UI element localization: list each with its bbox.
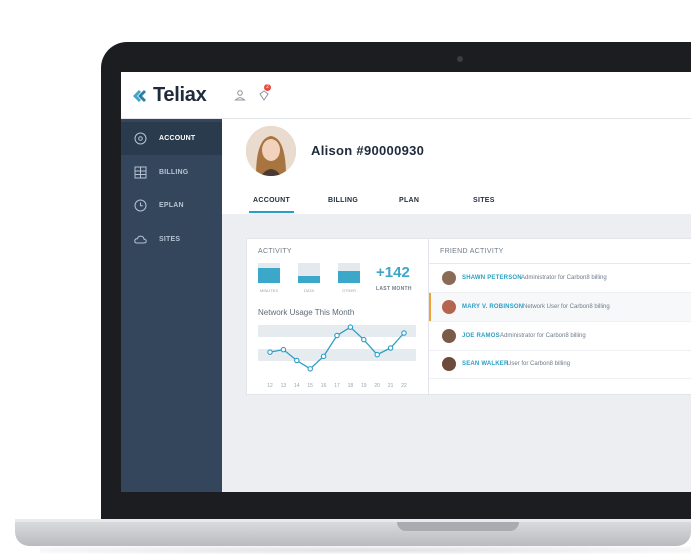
avatar[interactable] xyxy=(246,126,296,176)
profile-name: Alison #90000930 xyxy=(311,143,425,158)
stat-other-label: OTHER xyxy=(342,288,356,293)
sidebar-item-account[interactable]: ACCOUNT xyxy=(121,122,222,155)
friend-activity-card: FRIEND ACTIVITY SHAWN PETERSON Administr… xyxy=(428,238,691,395)
tab-plan[interactable]: PLAN xyxy=(399,197,419,204)
sidebar-item-billing[interactable]: BILLING xyxy=(121,156,222,189)
sidebar-item-eplan[interactable]: EPLAN xyxy=(121,189,222,222)
stat-data-fill xyxy=(298,276,320,283)
chart-data-point xyxy=(374,351,380,358)
friend-row[interactable]: SEAN WALKER User for Carbon8 billing xyxy=(429,350,691,379)
friend-name[interactable]: MARY V. ROBINSON xyxy=(462,304,523,310)
friend-avatar xyxy=(442,357,456,371)
account-circle-icon xyxy=(134,132,147,145)
friend-description: Administrator for Carbon8 billing xyxy=(521,275,607,281)
friend-name[interactable]: JOE RAMOS xyxy=(462,333,500,339)
friend-row[interactable]: MARY V. ROBINSON Network User for Carbon… xyxy=(429,293,691,322)
chart-title: Network Usage This Month xyxy=(258,308,355,317)
friend-avatar xyxy=(442,271,456,285)
chart-data-point xyxy=(334,332,340,339)
chart-data-point xyxy=(307,366,313,372)
stat-minutes-label: MINUTES xyxy=(260,288,278,293)
stat-other-fill xyxy=(338,271,360,283)
sidebar-item-label: BILLING xyxy=(159,169,189,176)
activity-total: +142 xyxy=(376,264,410,281)
network-usage-chart: 12 13 14 15 16 17 18 19 20 21 22 xyxy=(258,324,416,389)
chart-data-point xyxy=(361,336,367,343)
avatar-photo xyxy=(246,126,296,176)
logo-text: Teliax xyxy=(153,84,207,106)
laptop-notch xyxy=(397,522,519,531)
laptop-camera xyxy=(457,56,463,62)
activity-title: ACTIVITY xyxy=(258,248,292,255)
friend-activity-header: FRIEND ACTIVITY xyxy=(429,239,691,264)
sidebar-item-sites[interactable]: SITES xyxy=(121,223,222,256)
friend-description: User for Carbon8 billing xyxy=(507,361,571,367)
chart-x-tick-label: 18 xyxy=(348,383,354,389)
laptop-base xyxy=(15,522,691,546)
highlight-bar xyxy=(429,293,431,321)
tab-billing[interactable]: BILLING xyxy=(328,197,358,204)
chart-x-tick-label: 13 xyxy=(281,383,287,389)
user-icon[interactable] xyxy=(234,89,246,101)
sidebar-item-label: ACCOUNT xyxy=(159,135,196,142)
billing-grid-icon xyxy=(134,166,147,179)
chart-x-tick-label: 16 xyxy=(321,383,327,389)
chart-x-tick-label: 21 xyxy=(388,383,394,389)
chart-x-tick-label: 17 xyxy=(334,383,340,389)
active-tab-indicator xyxy=(249,211,294,213)
friend-name[interactable]: SHAWN PETERSON xyxy=(462,275,522,281)
sidebar-item-label: SITES xyxy=(159,236,181,243)
chart-data-point xyxy=(267,349,273,355)
chart-x-tick-label: 15 xyxy=(307,383,313,389)
chart-data-point xyxy=(347,324,354,330)
chart-data-point xyxy=(320,353,327,360)
tab-sites[interactable]: SITES xyxy=(473,197,495,204)
chart-data-point xyxy=(294,357,300,364)
chart-data-point xyxy=(401,330,407,336)
chart-data-point xyxy=(387,345,394,351)
friend-row[interactable]: JOE RAMOS Administrator for Carbon8 bill… xyxy=(429,322,691,351)
friend-avatar xyxy=(442,329,456,343)
stat-minutes-fill xyxy=(258,268,280,283)
teliax-logo[interactable]: Teliax xyxy=(131,84,207,107)
activity-total-label: LAST MONTH xyxy=(376,286,412,292)
chart-x-tick-label: 19 xyxy=(361,383,367,389)
friend-avatar xyxy=(442,300,456,314)
friend-row[interactable]: SHAWN PETERSON Administrator for Carbon8… xyxy=(429,264,691,293)
friend-description: Network User for Carbon8 billing xyxy=(523,304,610,310)
sidebar: ACCOUNT BILLING EPLAN SITES xyxy=(121,119,222,492)
chart-x-tick-label: 14 xyxy=(294,383,300,389)
teliax-logo-icon xyxy=(133,89,146,102)
chart-x-tick-label: 22 xyxy=(401,383,407,389)
chart-data-point xyxy=(280,346,287,353)
profile-header: Alison #90000930 ACCOUNT BILLING PLAN SI… xyxy=(222,119,691,214)
top-bar: Teliax 2 xyxy=(121,72,691,119)
stat-other-bar xyxy=(338,263,360,283)
notification-badge: 2 xyxy=(264,84,271,91)
activity-card: ACTIVITY MINUTES DATA OTHER +142 LAST MO… xyxy=(246,238,429,395)
tab-account[interactable]: ACCOUNT xyxy=(253,197,290,204)
sidebar-item-label: EPLAN xyxy=(159,202,184,209)
friend-name[interactable]: SEAN WALKER xyxy=(462,361,509,367)
cloud-icon xyxy=(134,235,147,244)
stat-data-bar xyxy=(298,263,320,283)
chart-x-tick-label: 20 xyxy=(374,383,380,389)
stat-minutes-bar xyxy=(258,263,280,283)
app-screen: Teliax 2 ACCOUNT BILLING EPLAN SITES Ali… xyxy=(121,72,691,492)
friend-activity-title: FRIEND ACTIVITY xyxy=(440,248,504,255)
stat-data-label: DATA xyxy=(303,288,315,293)
friend-description: Administrator for Carbon8 billing xyxy=(500,333,586,339)
chart-x-tick-label: 12 xyxy=(267,383,273,389)
clock-icon xyxy=(134,199,147,212)
laptop-shadow xyxy=(40,546,691,554)
